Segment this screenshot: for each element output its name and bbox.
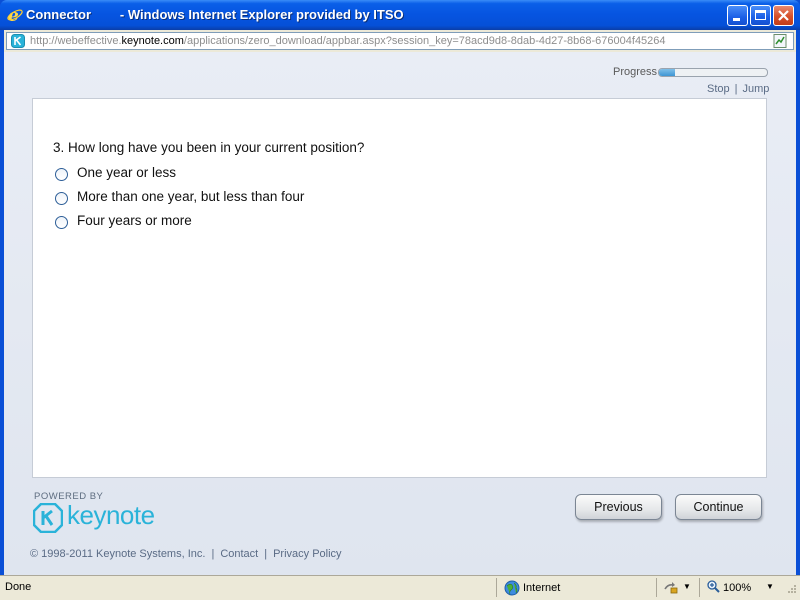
link-separator: | <box>734 83 738 95</box>
keynote-logo: keynote <box>32 500 169 534</box>
continue-button[interactable]: Continue <box>675 494 762 520</box>
address-bar: http://webeffective.keynote.com/applicat… <box>4 30 796 52</box>
status-bar: Done Internet ▼ 100% ▼ <box>0 575 800 600</box>
maximize-icon <box>755 10 766 20</box>
url-prefix: http://webeffective. <box>30 35 122 47</box>
url-host: keynote.com <box>121 35 184 47</box>
status-text: Done <box>5 581 32 593</box>
url-text: http://webeffective.keynote.com/applicat… <box>30 35 666 47</box>
maximize-button[interactable] <box>750 5 771 26</box>
zone-label: Internet <box>523 582 561 594</box>
stop-jump-links: Stop | Jump <box>707 83 769 95</box>
contact-link[interactable]: Contact <box>220 548 258 560</box>
option-label: More than one year, but less than four <box>77 189 305 204</box>
globe-icon <box>504 580 520 596</box>
content-frame: Progress Stop | Jump 3. How long have you … <box>4 52 796 575</box>
keynote-logo-icon <box>32 502 64 534</box>
status-divider <box>496 578 497 597</box>
progress-label: Progress <box>613 66 658 78</box>
option-label: Four years or more <box>77 213 192 228</box>
copyright-text: © 1998-2011 Keynote Systems, Inc. <box>30 548 206 560</box>
title-bar: e Connector - Windows Internet Explorer … <box>0 0 800 30</box>
radio-button[interactable] <box>55 216 68 229</box>
resize-grip-icon[interactable] <box>785 584 797 596</box>
option-label: One year or less <box>77 165 177 180</box>
footer-separator: | <box>211 548 215 560</box>
keynote-page-icon <box>11 34 25 48</box>
stop-link[interactable]: Stop <box>707 83 730 95</box>
footer: © 1998-2011 Keynote Systems, Inc. | Contac… <box>30 548 342 560</box>
minimize-button[interactable] <box>727 5 748 26</box>
progress-fill <box>659 69 676 76</box>
url-field[interactable]: http://webeffective.keynote.com/applicat… <box>6 32 794 50</box>
status-divider <box>699 578 700 597</box>
status-divider <box>656 578 657 597</box>
compatibility-view-icon[interactable] <box>772 33 788 49</box>
question-text: 3. How long have you been in your curren… <box>53 140 365 155</box>
question-card: 3. How long have you been in your curren… <box>32 98 767 478</box>
url-path: /applications/zero_download/appbar.aspx?… <box>183 35 666 47</box>
radio-button[interactable] <box>55 192 68 205</box>
progress-bar <box>658 68 768 77</box>
radio-button[interactable] <box>55 168 68 181</box>
protected-mode-icon[interactable] <box>664 580 678 594</box>
zoom-level[interactable]: 100% <box>723 582 751 594</box>
logo-text: keynote <box>67 500 155 530</box>
minimize-icon <box>733 18 740 21</box>
jump-link[interactable]: Jump <box>743 83 770 95</box>
chevron-down-icon[interactable]: ▼ <box>766 582 774 591</box>
privacy-policy-link[interactable]: Privacy Policy <box>273 548 341 560</box>
footer-separator: | <box>264 548 268 560</box>
previous-button[interactable]: Previous <box>575 494 662 520</box>
close-window-button[interactable] <box>773 5 794 26</box>
window-title: Connector - Windows Internet Explorer pr… <box>26 7 404 22</box>
internet-explorer-icon: e <box>7 6 23 24</box>
zoom-icon[interactable] <box>707 580 720 593</box>
close-icon <box>778 10 789 21</box>
chevron-down-icon[interactable]: ▼ <box>683 582 691 591</box>
